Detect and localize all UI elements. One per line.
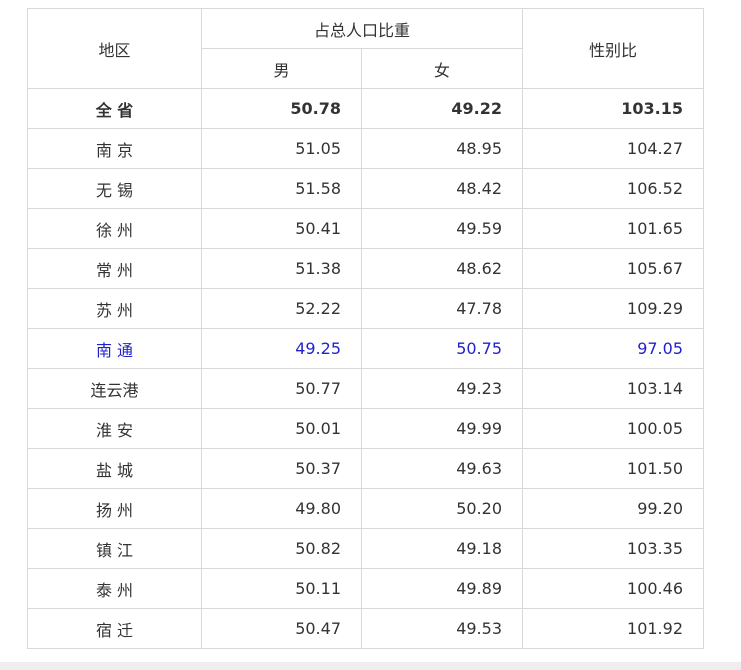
region-cell: 苏 州 xyxy=(27,288,202,329)
male-header: 男 xyxy=(201,48,362,89)
ratio-cell: 103.15 xyxy=(522,88,704,129)
female-cell: 49.53 xyxy=(361,608,523,649)
ratio-cell: 105.67 xyxy=(522,248,704,289)
table-row: 常 州 51.38 48.62 105.67 xyxy=(27,248,704,289)
female-cell: 49.23 xyxy=(361,368,523,409)
region-cell: 常 州 xyxy=(27,248,202,289)
female-cell: 48.42 xyxy=(361,168,523,209)
region-cell: 盐 城 xyxy=(27,448,202,489)
region-cell: 镇 江 xyxy=(27,528,202,569)
ratio-cell: 106.52 xyxy=(522,168,704,209)
table-row: 镇 江 50.82 49.18 103.35 xyxy=(27,528,704,569)
female-cell: 49.63 xyxy=(361,448,523,489)
region-header: 地区 xyxy=(27,8,202,89)
female-cell: 49.18 xyxy=(361,528,523,569)
female-cell: 49.59 xyxy=(361,208,523,249)
ratio-cell: 99.20 xyxy=(522,488,704,529)
table-row: 连云港 50.77 49.23 103.14 xyxy=(27,368,704,409)
male-cell: 50.37 xyxy=(201,448,362,489)
male-cell: 49.25 xyxy=(201,328,362,369)
male-cell: 51.05 xyxy=(201,128,362,169)
table-row-total: 全 省 50.78 49.22 103.15 xyxy=(27,88,704,129)
region-cell: 全 省 xyxy=(27,88,202,129)
female-cell: 49.89 xyxy=(361,568,523,609)
table-row: 苏 州 52.22 47.78 109.29 xyxy=(27,288,704,329)
ratio-cell: 104.27 xyxy=(522,128,704,169)
female-header: 女 xyxy=(361,48,523,89)
region-cell: 淮 安 xyxy=(27,408,202,449)
population-sex-table: 地区 占总人口比重 性别比 男 女 全 省 50.78 49.22 103.15… xyxy=(27,8,704,649)
ratio-cell: 101.50 xyxy=(522,448,704,489)
male-cell: 50.82 xyxy=(201,528,362,569)
ratio-cell: 101.65 xyxy=(522,208,704,249)
table-row: 泰 州 50.11 49.89 100.46 xyxy=(27,568,704,609)
female-cell: 48.62 xyxy=(361,248,523,289)
female-cell: 48.95 xyxy=(361,128,523,169)
table-row: 徐 州 50.41 49.59 101.65 xyxy=(27,208,704,249)
region-cell: 宿 迁 xyxy=(27,608,202,649)
female-cell: 49.22 xyxy=(361,88,523,129)
table-row: 扬 州 49.80 50.20 99.20 xyxy=(27,488,704,529)
male-cell: 49.80 xyxy=(201,488,362,529)
ratio-cell: 100.05 xyxy=(522,408,704,449)
table-row: 宿 迁 50.47 49.53 101.92 xyxy=(27,608,704,649)
male-cell: 50.11 xyxy=(201,568,362,609)
male-cell: 50.01 xyxy=(201,408,362,449)
sex-ratio-header: 性别比 xyxy=(522,8,704,89)
ratio-cell: 109.29 xyxy=(522,288,704,329)
ratio-cell: 97.05 xyxy=(522,328,704,369)
table-row: 无 锡 51.58 48.42 106.52 xyxy=(27,168,704,209)
male-cell: 51.58 xyxy=(201,168,362,209)
table-row: 南 京 51.05 48.95 104.27 xyxy=(27,128,704,169)
region-cell: 无 锡 xyxy=(27,168,202,209)
bottom-divider xyxy=(0,662,741,670)
female-cell: 49.99 xyxy=(361,408,523,449)
region-cell: 南 京 xyxy=(27,128,202,169)
region-cell: 泰 州 xyxy=(27,568,202,609)
male-cell: 50.47 xyxy=(201,608,362,649)
ratio-cell: 101.92 xyxy=(522,608,704,649)
female-cell: 47.78 xyxy=(361,288,523,329)
female-cell: 50.75 xyxy=(361,328,523,369)
region-cell: 扬 州 xyxy=(27,488,202,529)
ratio-cell: 103.35 xyxy=(522,528,704,569)
male-cell: 50.77 xyxy=(201,368,362,409)
male-cell: 52.22 xyxy=(201,288,362,329)
male-cell: 51.38 xyxy=(201,248,362,289)
region-cell: 南 通 xyxy=(27,328,202,369)
ratio-cell: 103.14 xyxy=(522,368,704,409)
region-cell: 连云港 xyxy=(27,368,202,409)
female-cell: 50.20 xyxy=(361,488,523,529)
share-group-header: 占总人口比重 xyxy=(201,8,523,49)
table-row: 盐 城 50.37 49.63 101.50 xyxy=(27,448,704,489)
ratio-cell: 100.46 xyxy=(522,568,704,609)
male-cell: 50.78 xyxy=(201,88,362,129)
population-table-container: 地区 占总人口比重 性别比 男 女 全 省 50.78 49.22 103.15… xyxy=(27,8,704,649)
table-row-highlighted: 南 通 49.25 50.75 97.05 xyxy=(27,328,704,369)
region-cell: 徐 州 xyxy=(27,208,202,249)
male-cell: 50.41 xyxy=(201,208,362,249)
table-row: 淮 安 50.01 49.99 100.05 xyxy=(27,408,704,449)
